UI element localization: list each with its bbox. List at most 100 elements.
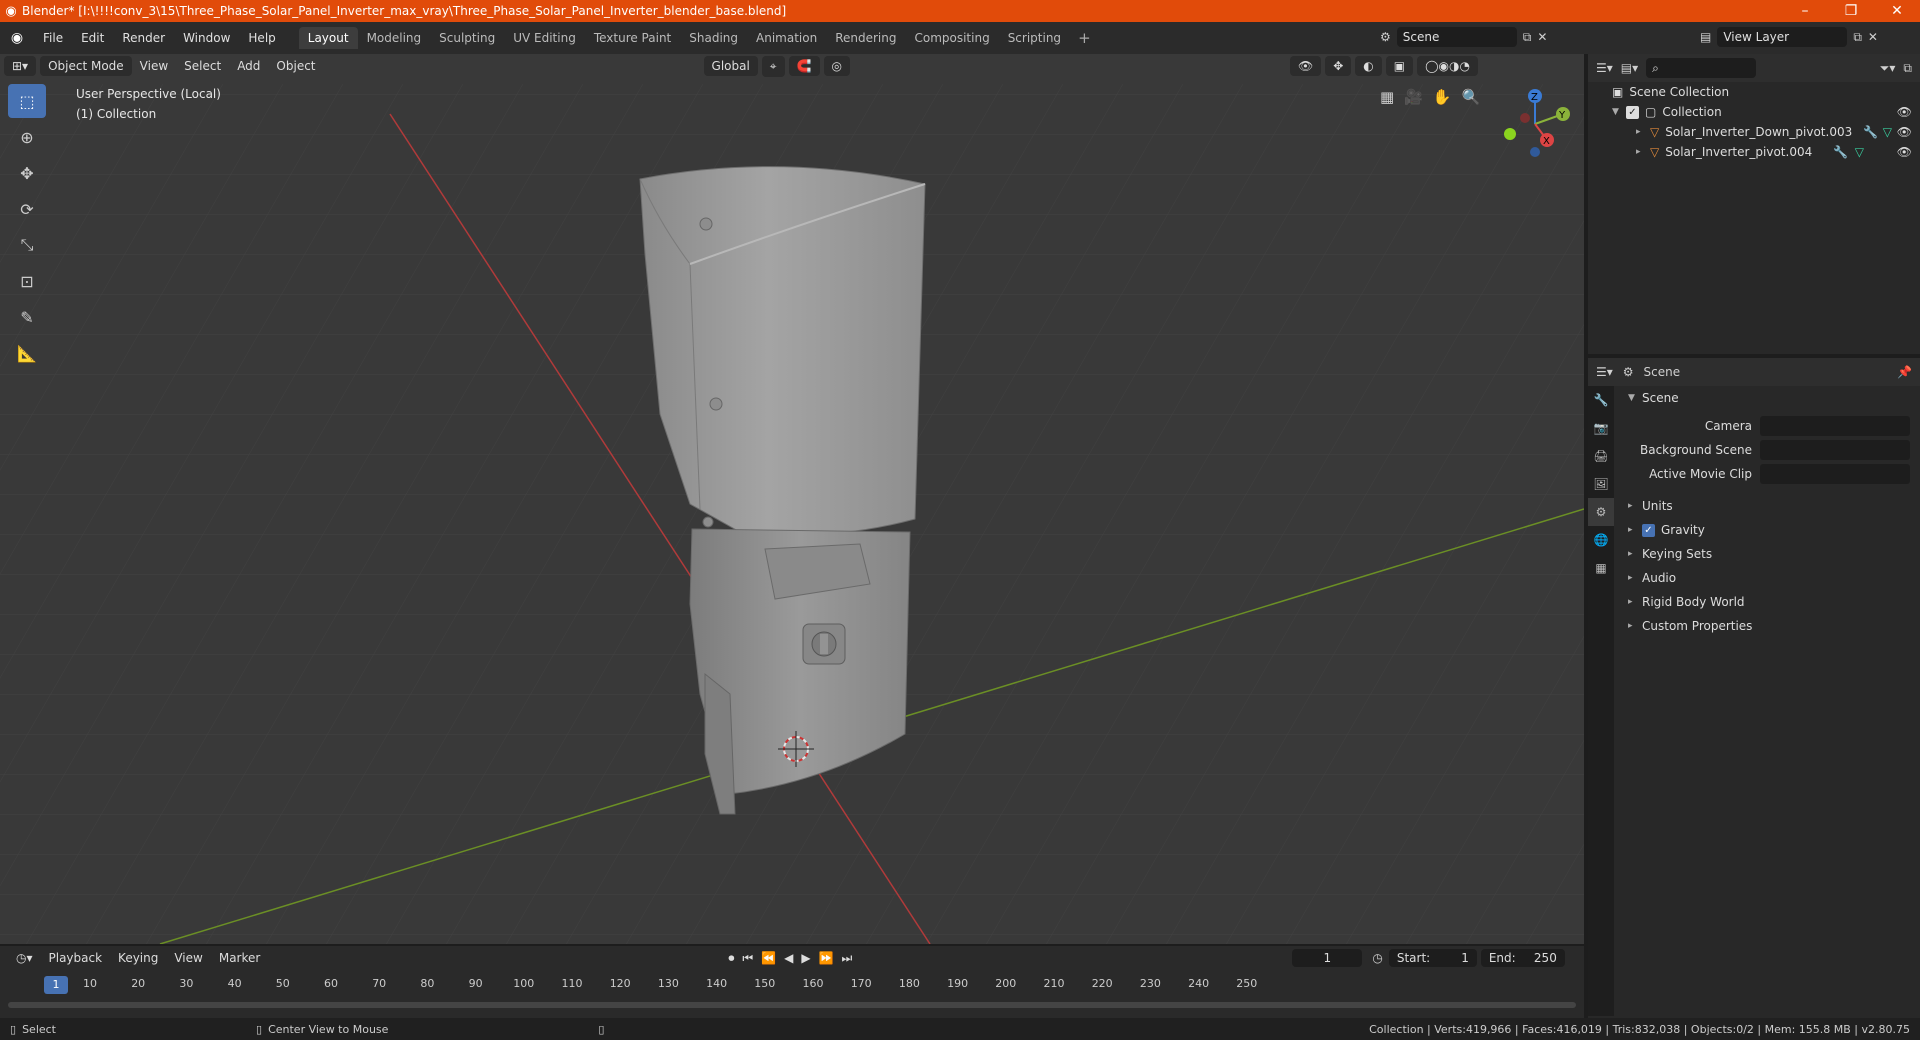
scene-name-field[interactable]: Scene (1396, 27, 1517, 47)
editor-type-icon[interactable]: ⊞▾ (4, 56, 37, 76)
panel-rigid-body-world[interactable]: ▸ Rigid Body World (1618, 590, 1920, 614)
transform-orientation-dropdown[interactable]: Global (703, 56, 758, 76)
world-tab-icon[interactable]: 🌐 (1588, 526, 1614, 554)
timeline-menu-keying[interactable]: Keying (110, 951, 166, 965)
measure-tool-icon[interactable]: 📐 (8, 336, 46, 370)
collection-expand-icon[interactable]: ▼ (1612, 107, 1626, 117)
camera-field[interactable] (1760, 416, 1910, 436)
output-tab-icon[interactable]: 🖨 (1588, 442, 1614, 470)
3d-viewport[interactable]: ⊞▾ Object Mode View Select Add Object Gl… (0, 54, 1584, 944)
toggle-perspective-icon[interactable]: ▦ (1380, 88, 1394, 106)
tab-uv-editing[interactable]: UV Editing (504, 27, 585, 49)
timeline-menu-marker[interactable]: Marker (211, 951, 268, 965)
scene-selector[interactable]: ⚙ Scene ⧉ ✕ (1380, 26, 1560, 48)
snap-icon[interactable]: 🧲 (788, 56, 820, 76)
filter-icon[interactable]: ⏷▾ (1880, 61, 1896, 76)
tab-sculpting[interactable]: Sculpting (430, 27, 504, 49)
timeline-menu-playback[interactable]: Playback (41, 951, 111, 965)
mesh-data-icon[interactable]: ▽ (1883, 125, 1892, 139)
new-scene-icon[interactable]: ⧉ (1523, 30, 1532, 45)
view-layer-tab-icon[interactable]: 🖼 (1588, 470, 1614, 498)
object-expand-icon[interactable]: ▸ (1636, 147, 1650, 157)
modifier-icon[interactable]: 🔧 (1863, 125, 1878, 139)
outliner-object-row[interactable]: ▸ ▽ Solar_Inverter_pivot.004 🔧 ▽ 👁 (1588, 142, 1920, 162)
panel-gravity[interactable]: ▸ ✓ Gravity (1618, 518, 1920, 542)
rotate-tool-icon[interactable]: ⟳ (8, 192, 46, 226)
play-icon[interactable]: ▶ (801, 951, 810, 966)
object-visibility-icon[interactable]: 👁 (1897, 145, 1912, 159)
current-frame-field[interactable]: 1 (1292, 949, 1363, 967)
start-frame-field[interactable]: Start: 1 (1388, 949, 1477, 967)
timeline-editor-type-icon[interactable]: ◷▾ (8, 951, 41, 965)
gizmo-icon[interactable]: ✥ (1325, 56, 1352, 76)
select-box-tool-icon[interactable]: ⬚ (8, 84, 46, 118)
jump-start-icon[interactable]: ⏮ (742, 951, 753, 966)
minimize-button[interactable]: – (1782, 3, 1828, 19)
pan-view-icon[interactable]: ✋ (1433, 88, 1452, 106)
xray-icon[interactable]: ▣ (1385, 56, 1414, 76)
current-frame-indicator[interactable]: 1 (44, 976, 68, 994)
collection-checkbox[interactable]: ✓ (1626, 105, 1639, 119)
add-workspace-button[interactable]: + (1070, 29, 1099, 47)
new-collection-icon[interactable]: ⧉ (1903, 61, 1912, 76)
outliner-search-input[interactable]: ⌕ (1646, 58, 1757, 78)
scale-tool-icon[interactable]: ⤡ (8, 228, 46, 262)
display-mode-icon[interactable]: ▤▾ (1621, 61, 1638, 75)
cursor-tool-icon[interactable]: ⊕ (8, 120, 46, 154)
tab-rendering[interactable]: Rendering (826, 27, 905, 49)
frame-ruler[interactable]: 1 10 20 30 40 50 60 70 80 90 100 110 120 130 140 150 16… (8, 974, 1576, 996)
menu-file[interactable]: File (34, 31, 72, 45)
menu-render[interactable]: Render (113, 31, 174, 45)
zoom-view-icon[interactable]: 🔍 (1462, 88, 1481, 106)
panel-custom-properties[interactable]: ▸ Custom Properties (1618, 614, 1920, 638)
texture-tab-icon[interactable]: ▦ (1588, 554, 1614, 582)
clock-icon[interactable]: ◷ (1372, 951, 1382, 965)
next-keyframe-icon[interactable]: ⏩ (819, 951, 834, 966)
new-view-layer-icon[interactable]: ⧉ (1853, 30, 1862, 45)
close-button[interactable]: ✕ (1874, 3, 1920, 19)
panel-units[interactable]: ▸ Units (1618, 494, 1920, 518)
object-expand-icon[interactable]: ▸ (1636, 127, 1650, 137)
scene-tab-icon[interactable]: ⚙ (1588, 498, 1614, 526)
viewport-menu-view[interactable]: View (132, 59, 176, 73)
render-tab-icon[interactable]: 📷 (1588, 414, 1614, 442)
properties-editor-type-icon[interactable]: ☰▾ (1596, 365, 1613, 379)
transform-tool-icon[interactable]: ⊡ (8, 264, 46, 298)
tab-compositing[interactable]: Compositing (905, 27, 998, 49)
view-layer-selector[interactable]: ▤ View Layer ⧉ ✕ (1700, 26, 1900, 48)
record-icon[interactable]: ⏺ (728, 951, 734, 966)
camera-view-icon[interactable]: 🎥 (1404, 88, 1423, 106)
mesh-data-icon[interactable]: ▽ (1855, 145, 1864, 159)
jump-end-icon[interactable]: ⏭ (842, 951, 853, 966)
tab-texture-paint[interactable]: Texture Paint (585, 27, 680, 49)
object-visibility-icon[interactable]: 👁 (1897, 125, 1912, 139)
tool-tab-icon[interactable]: 🔧 (1588, 386, 1614, 414)
tab-layout[interactable]: Layout (298, 27, 358, 49)
remove-scene-icon[interactable]: ✕ (1537, 30, 1547, 44)
proportional-edit-icon[interactable]: ◎ (823, 56, 850, 76)
timeline-scrollbar[interactable] (8, 1002, 1576, 1008)
viewport-menu-object[interactable]: Object (268, 59, 323, 73)
pivot-point-icon[interactable]: ⌖ (761, 55, 785, 77)
viewport-menu-add[interactable]: Add (229, 59, 268, 73)
collection-visibility-icon[interactable]: 👁 (1897, 105, 1912, 119)
maximize-button[interactable]: ❐ (1828, 3, 1874, 19)
timeline-menu-view[interactable]: View (166, 951, 210, 965)
panel-audio[interactable]: ▸ Audio (1618, 566, 1920, 590)
menu-help[interactable]: Help (239, 31, 284, 45)
outliner-collection[interactable]: ▼ ✓ ▢ Collection 👁 (1588, 102, 1920, 122)
background-scene-field[interactable] (1760, 440, 1910, 460)
outliner-object-row[interactable]: ▸ ▽ Solar_Inverter_Down_pivot.003 🔧 ▽ 👁 (1588, 122, 1920, 142)
tab-modeling[interactable]: Modeling (358, 27, 431, 49)
prev-keyframe-icon[interactable]: ⏪ (761, 951, 776, 966)
menu-window[interactable]: Window (174, 31, 239, 45)
modifier-icon[interactable]: 🔧 (1833, 145, 1848, 159)
blender-menu-icon[interactable]: ◉ (0, 30, 34, 46)
scene-section-header[interactable]: ▼ Scene (1618, 386, 1920, 410)
move-tool-icon[interactable]: ✥ (8, 156, 46, 190)
viewport-menu-select[interactable]: Select (176, 59, 229, 73)
overlay-icon[interactable]: ◐ (1355, 56, 1382, 76)
active-movie-clip-field[interactable] (1760, 464, 1910, 484)
pin-icon[interactable]: 📌 (1897, 365, 1912, 379)
outliner-editor-type-icon[interactable]: ☰▾ (1596, 61, 1613, 75)
